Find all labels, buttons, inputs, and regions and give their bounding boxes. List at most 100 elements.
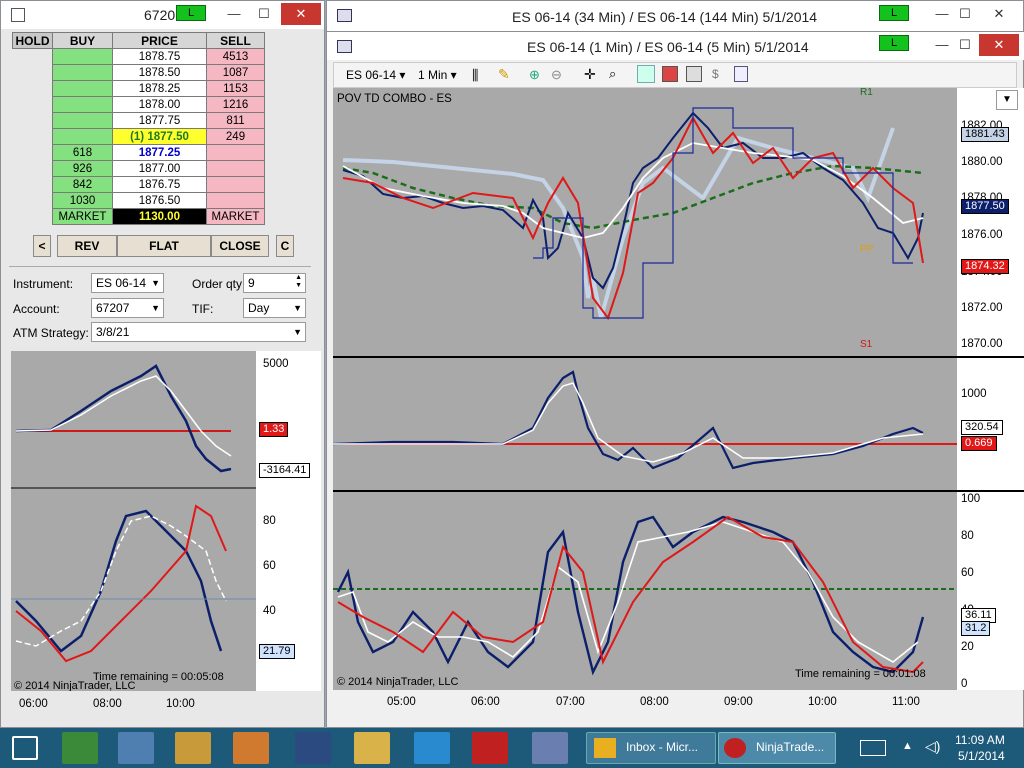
- buy-cell[interactable]: [52, 112, 113, 129]
- rev-button[interactable]: REV: [57, 235, 117, 257]
- start-icon[interactable]: [12, 736, 38, 760]
- instrument-dropdown[interactable]: ES 06-14 ▾: [346, 68, 405, 82]
- sell-cell[interactable]: [206, 144, 265, 161]
- link-button[interactable]: L: [879, 5, 909, 21]
- minimize-button[interactable]: —: [219, 3, 249, 25]
- left-axis-label: 80: [263, 515, 276, 527]
- ninjatrader-icon: [724, 738, 746, 758]
- buy-cell[interactable]: 842: [52, 176, 113, 193]
- dom-titlebar[interactable]: 6720 L — ☐ ✕: [1, 1, 324, 29]
- flat-button[interactable]: FLAT: [117, 235, 211, 257]
- buy-cell[interactable]: [52, 80, 113, 97]
- price-tag-red: 1874.32: [961, 259, 1009, 274]
- control-panel-icon[interactable]: [118, 732, 154, 764]
- close-position-button[interactable]: CLOSE: [211, 235, 269, 257]
- hold-header[interactable]: HOLD: [12, 32, 53, 49]
- tif-select[interactable]: Day ▼: [243, 298, 306, 318]
- left-tag-red: 1.33: [259, 422, 289, 437]
- crosshair-icon[interactable]: ✛: [584, 66, 596, 83]
- buy-header: BUY: [52, 32, 113, 49]
- buy-cell[interactable]: 618: [52, 144, 113, 161]
- clock-date[interactable]: 5/1/2014: [958, 749, 1005, 763]
- maximize-button[interactable]: ☐: [950, 34, 980, 56]
- dollar-icon[interactable]: $: [712, 67, 719, 81]
- volume-panel[interactable]: [332, 358, 957, 490]
- atm-select[interactable]: 3/8/21 ▼: [91, 322, 306, 342]
- maximize-button[interactable]: ☐: [249, 3, 279, 25]
- kaspersky-icon[interactable]: [472, 732, 508, 764]
- sell-cell[interactable]: [206, 160, 265, 177]
- volume-axis-label: 1000: [961, 388, 987, 400]
- compass-icon[interactable]: [532, 732, 568, 764]
- buy-cell[interactable]: 1030: [52, 192, 113, 209]
- left-tag-white: -3164.41: [259, 463, 311, 478]
- sell-cell[interactable]: 4513: [206, 48, 265, 65]
- indicators-icon[interactable]: [662, 66, 678, 82]
- buy-cell[interactable]: [52, 128, 113, 145]
- hold-cell: [13, 65, 53, 81]
- instrument-select[interactable]: ES 06-14 ▼: [91, 273, 164, 293]
- media-player-icon[interactable]: [295, 732, 331, 764]
- zoom-in-icon[interactable]: ⊕: [529, 67, 540, 83]
- close-button[interactable]: ✕: [979, 3, 1019, 25]
- oscillator-panel[interactable]: [333, 492, 957, 690]
- tif-label: TIF:: [192, 302, 214, 316]
- hold-cell: [13, 161, 53, 177]
- chart-icon: [337, 9, 352, 22]
- buy-cell[interactable]: [52, 96, 113, 113]
- c-button[interactable]: C: [276, 235, 294, 257]
- buy-cell[interactable]: [52, 64, 113, 81]
- left-chart[interactable]: [11, 351, 256, 691]
- magnify-icon[interactable]: ⌕: [609, 66, 616, 82]
- hold-cell: [13, 177, 53, 193]
- outlook-task-label: Inbox - Micr...: [626, 740, 699, 754]
- main-x-label: 08:00: [640, 696, 669, 708]
- chart-title: POV TD COMBO - ES: [337, 93, 452, 105]
- price-axis-label: 1880.00: [961, 156, 1003, 168]
- clock-time[interactable]: 11:09 AM: [955, 733, 1005, 747]
- maximize-button[interactable]: ☐: [950, 3, 980, 25]
- zoom-out-icon[interactable]: ⊖: [551, 67, 562, 83]
- properties-icon[interactable]: [734, 66, 748, 82]
- link-button[interactable]: L: [879, 35, 909, 51]
- market-buy-button[interactable]: MARKET: [52, 208, 113, 225]
- buy-cell[interactable]: [52, 48, 113, 65]
- scroll-down-icon[interactable]: ▼: [996, 90, 1018, 110]
- market-price: 1130.00: [112, 208, 207, 225]
- sell-cell[interactable]: 1153: [206, 80, 265, 97]
- buy-cell[interactable]: 926: [52, 160, 113, 177]
- price-cell: (1) 1877.50: [112, 128, 207, 145]
- explorer-icon[interactable]: [354, 732, 390, 764]
- market-sell-button[interactable]: MARKET: [206, 208, 265, 225]
- paint-icon[interactable]: [175, 732, 211, 764]
- left-arrow-button[interactable]: <: [33, 235, 51, 257]
- sell-cell[interactable]: 1087: [206, 64, 265, 81]
- account-select[interactable]: 67207 ▼: [91, 298, 164, 318]
- sell-cell[interactable]: [206, 176, 265, 193]
- hold-cell: [13, 81, 53, 97]
- close-button[interactable]: ✕: [281, 3, 321, 25]
- volume-icon[interactable]: ◁): [925, 738, 940, 755]
- app-person-icon[interactable]: [62, 732, 98, 764]
- main-titlebar[interactable]: ES 06-14 (1 Min) / ES 06-14 (5 Min) 5/1/…: [327, 32, 1024, 60]
- orderqty-stepper[interactable]: 9 ▲ ▼: [243, 273, 306, 293]
- chart-style-icon[interactable]: [637, 65, 655, 83]
- hold-cell: [13, 193, 53, 209]
- keyboard-icon[interactable]: [860, 740, 886, 756]
- interval-dropdown[interactable]: 1 Min ▾: [418, 68, 457, 82]
- strategy-icon[interactable]: [686, 66, 702, 82]
- sell-cell[interactable]: 1216: [206, 96, 265, 113]
- pencil-icon[interactable]: ✎: [498, 66, 510, 83]
- price-cell: 1878.50: [112, 64, 207, 81]
- ie-icon[interactable]: [414, 732, 450, 764]
- close-button[interactable]: ✕: [979, 34, 1019, 56]
- tray-arrow-icon[interactable]: ▲: [902, 740, 913, 752]
- sell-cell[interactable]: 811: [206, 112, 265, 129]
- main-x-label: 09:00: [724, 696, 753, 708]
- link-button[interactable]: L: [176, 5, 206, 21]
- sell-cell[interactable]: [206, 192, 265, 209]
- bars-icon[interactable]: ⫼: [472, 67, 478, 84]
- sell-cell[interactable]: 249: [206, 128, 265, 145]
- price-panel[interactable]: [333, 88, 957, 356]
- video-icon[interactable]: [233, 732, 269, 764]
